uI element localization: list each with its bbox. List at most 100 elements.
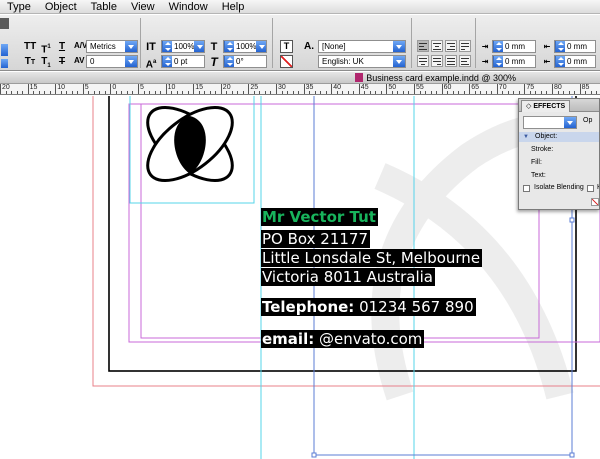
justify-all-button[interactable] — [445, 55, 457, 67]
right-indent-field[interactable]: 0 mm — [554, 40, 596, 53]
panel-menu-chevron-icon[interactable] — [1, 44, 8, 56]
ruler-minor-tick — [447, 91, 449, 94]
menu-help[interactable]: Help — [215, 0, 252, 14]
ruler-minor-tick — [270, 91, 272, 94]
justify-right-button[interactable] — [431, 55, 443, 67]
ruler-minor-tick — [474, 91, 476, 94]
ruler-minor-tick — [336, 91, 338, 94]
ruler-minor-tick — [298, 91, 300, 94]
subscript-icon[interactable]: T1 — [40, 56, 52, 69]
text-fill-icon[interactable]: T — [280, 40, 293, 53]
card-email[interactable]: email: @envato.com — [261, 330, 425, 348]
kerning-field[interactable]: Metrics — [86, 40, 138, 53]
effects-panel-tabbar: ◇ EFFECTS — [519, 99, 599, 112]
vertical-scale-field[interactable]: 100% — [161, 40, 205, 53]
clear-effects-icon[interactable] — [591, 198, 599, 206]
document-canvas[interactable]: Mr Vector Tut PO Box 21177 Little Lonsda… — [0, 96, 600, 459]
menu-window[interactable]: Window — [162, 0, 215, 14]
menu-object[interactable]: Object — [38, 0, 84, 14]
ruler-minor-tick — [375, 91, 377, 94]
menu-type[interactable]: Type — [0, 0, 38, 14]
telephone-value: 01234 567 890 — [359, 298, 474, 316]
small-caps-icon[interactable]: TT — [24, 56, 36, 68]
ruler-minor-tick — [259, 91, 261, 94]
ruler-minor-tick — [364, 91, 366, 94]
ruler-minor-tick — [320, 91, 322, 94]
ruler-minor-tick — [513, 91, 515, 94]
card-address-line-2[interactable]: Little Lonsdale St, Melbourne — [261, 249, 483, 267]
strikethrough-icon[interactable]: T — [56, 56, 68, 68]
first-line-indent-field[interactable]: 0 mm — [492, 55, 536, 68]
left-indent-field[interactable]: 0 mm — [492, 40, 536, 53]
ruler-minor-tick — [425, 91, 427, 94]
selection-handle — [569, 452, 575, 458]
expand-triangle-icon: ▼ — [523, 134, 529, 140]
underline-icon[interactable]: T — [56, 41, 68, 53]
effects-row-stroke[interactable]: Stroke: — [519, 145, 599, 155]
align-right-button[interactable] — [445, 40, 457, 52]
selection-handle — [569, 217, 575, 223]
tracking-field[interactable]: 0 — [86, 55, 138, 68]
ruler-minor-tick — [33, 91, 35, 94]
ruler-minor-tick — [264, 91, 266, 94]
ruler-minor-tick — [182, 91, 184, 94]
ruler-major-tick — [110, 84, 112, 94]
ruler-minor-tick — [518, 91, 520, 94]
isolate-blending-checkbox[interactable] — [523, 185, 530, 192]
ruler-minor-tick — [171, 91, 173, 94]
character-mode-icon[interactable] — [0, 18, 9, 29]
ruler-minor-tick — [231, 91, 233, 94]
effects-row-object[interactable]: ▼ Object: — [519, 132, 599, 142]
ruler-major-tick — [358, 84, 360, 94]
effects-tab[interactable]: ◇ EFFECTS — [521, 100, 571, 112]
align-spine-button[interactable] — [459, 55, 471, 67]
superscript-icon[interactable]: T1 — [40, 41, 52, 55]
ruler-minor-tick — [419, 91, 421, 94]
ruler-minor-tick — [292, 91, 294, 94]
ruler-minor-tick — [391, 91, 393, 94]
effects-row-fill[interactable]: Fill: — [519, 158, 599, 168]
card-name[interactable]: Mr Vector Tut — [261, 208, 378, 226]
ruler-minor-tick — [22, 91, 24, 94]
align-center-button[interactable] — [431, 40, 443, 52]
language-dropdown[interactable]: English: UK — [318, 55, 406, 68]
card-address-line-3[interactable]: Victoria 8011 Australia — [261, 268, 435, 286]
ruler-major-tick — [579, 84, 581, 94]
menu-view[interactable]: View — [124, 0, 162, 14]
justify-left-button[interactable] — [459, 40, 471, 52]
no-stroke-icon[interactable] — [280, 55, 293, 68]
ruler-minor-tick — [452, 91, 454, 94]
card-address-line-1[interactable]: PO Box 21177 — [261, 230, 370, 248]
baseline-shift-icon: Aa — [145, 59, 157, 71]
card-telephone[interactable]: Telephone: 01234 567 890 — [261, 298, 476, 316]
ruler-major-tick — [82, 84, 84, 94]
logo-graphic-icon — [146, 105, 234, 183]
effects-row-text[interactable]: Text: — [519, 171, 599, 181]
justify-center-button[interactable] — [417, 55, 429, 67]
ruler-minor-tick — [353, 91, 355, 94]
horizontal-ruler[interactable]: 20 15 10 5 0 5 10 15 20 25 30 35 40 45 50 55 60 65 70 75 80 8… — [0, 84, 600, 95]
telephone-label: Telephone: — [262, 298, 355, 316]
skew-field[interactable]: 0° — [223, 55, 267, 68]
ruler-minor-tick — [574, 91, 576, 94]
left-indent-icon: ⇥ — [481, 42, 489, 51]
ruler-minor-tick — [402, 91, 404, 94]
character-style-dropdown[interactable]: [None] — [318, 40, 406, 53]
ruler-minor-tick — [187, 91, 189, 94]
knockout-group-checkbox[interactable] — [587, 185, 594, 192]
character-mode-tab[interactable] — [1, 59, 8, 68]
ruler-minor-tick — [540, 91, 542, 94]
ruler-minor-tick — [143, 91, 145, 94]
ruler-minor-tick — [568, 91, 570, 94]
baseline-shift-field[interactable]: 0 pt — [161, 55, 205, 68]
horizontal-scale-field[interactable]: 100% — [223, 40, 267, 53]
blend-mode-dropdown[interactable] — [523, 116, 577, 129]
ruler-minor-tick — [430, 91, 432, 94]
ruler-major-tick — [441, 84, 443, 94]
all-caps-icon[interactable]: TT — [24, 41, 36, 53]
divider — [272, 18, 273, 68]
last-line-indent-field[interactable]: 0 mm — [554, 55, 596, 68]
align-left-button[interactable] — [417, 40, 429, 52]
menu-table[interactable]: Table — [84, 0, 124, 14]
ruler-minor-tick — [99, 91, 101, 94]
